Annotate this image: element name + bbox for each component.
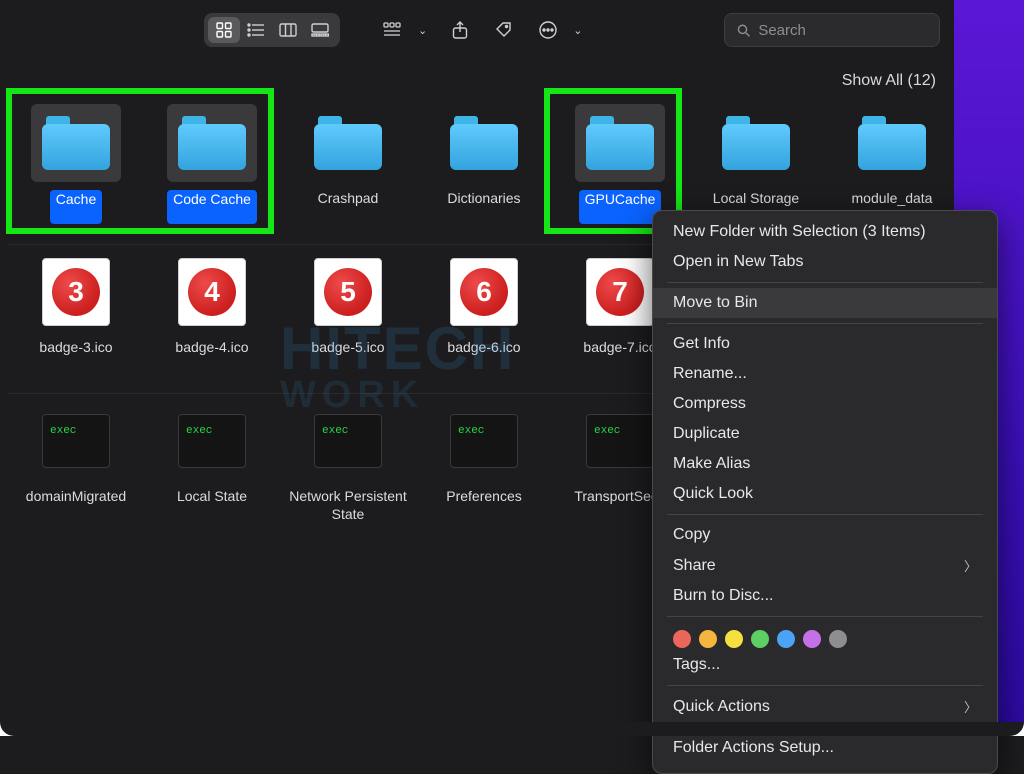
- menu-item-burn[interactable]: Burn to Disc...: [653, 581, 997, 611]
- badge-icon: 4: [178, 258, 246, 326]
- exec-icon: exec: [450, 414, 518, 468]
- view-mode-segmented: [204, 13, 340, 47]
- item-label: GPUCache: [579, 190, 662, 224]
- window-bottom-edge: [0, 722, 1024, 736]
- folder-icon: [586, 116, 654, 170]
- file-item[interactable]: exec Network Persistent State: [280, 402, 416, 523]
- folder-icon: [314, 116, 382, 170]
- tag-dot-red[interactable]: [673, 630, 691, 648]
- folder-item[interactable]: Dictionaries: [416, 104, 552, 224]
- folder-icon: [42, 116, 110, 170]
- view-columns-button[interactable]: [272, 17, 304, 43]
- file-item[interactable]: 3 badge-3.ico: [8, 253, 144, 373]
- item-label: Network Persistent State: [280, 488, 416, 523]
- show-all-link[interactable]: Show All (12): [842, 72, 936, 90]
- file-item[interactable]: 5 badge-5.ico: [280, 253, 416, 373]
- menu-item-rename[interactable]: Rename...: [653, 359, 997, 389]
- folder-item[interactable]: Local Storage: [688, 104, 824, 224]
- file-item[interactable]: 4 badge-4.ico: [144, 253, 280, 373]
- badge-icon: 7: [586, 258, 654, 326]
- exec-icon: exec: [178, 414, 246, 468]
- chevron-right-icon: 〉: [964, 556, 977, 575]
- folder-item[interactable]: Crashpad: [280, 104, 416, 224]
- menu-item-tags[interactable]: Tags...: [653, 650, 997, 680]
- item-label: Crashpad: [318, 190, 379, 224]
- badge-icon: 6: [450, 258, 518, 326]
- folder-item[interactable]: Code Cache: [144, 104, 280, 224]
- menu-item-new-folder[interactable]: New Folder with Selection (3 Items): [653, 217, 997, 247]
- tag-color-row[interactable]: [653, 622, 997, 650]
- tag-dot-purple[interactable]: [803, 630, 821, 648]
- file-item[interactable]: 6 badge-6.ico: [416, 253, 552, 373]
- menu-item-quick-actions[interactable]: Quick Actions〉: [653, 691, 997, 722]
- tag-dot-yellow[interactable]: [725, 630, 743, 648]
- menu-item-open-tabs[interactable]: Open in New Tabs: [653, 247, 997, 277]
- item-label: domainMigrated: [26, 488, 126, 522]
- file-item[interactable]: exec Preferences: [416, 402, 552, 523]
- menu-item-move-to-bin[interactable]: Move to Bin: [653, 288, 997, 318]
- share-button[interactable]: [443, 13, 477, 47]
- folder-item[interactable]: GPUCache: [552, 104, 688, 224]
- item-label: Preferences: [446, 488, 521, 522]
- exec-icon: exec: [42, 414, 110, 468]
- group-by-button[interactable]: [376, 13, 410, 47]
- file-item[interactable]: exec Local State: [144, 402, 280, 523]
- folder-icon: [178, 116, 246, 170]
- search-input[interactable]: [758, 22, 927, 39]
- folder-icon: [722, 116, 790, 170]
- badge-icon: 3: [42, 258, 110, 326]
- folder-icon: [858, 116, 926, 170]
- search-field[interactable]: [724, 13, 940, 47]
- view-list-button[interactable]: [240, 17, 272, 43]
- item-label: Local State: [177, 488, 247, 522]
- menu-item-copy[interactable]: Copy: [653, 520, 997, 550]
- badge-icon: 5: [314, 258, 382, 326]
- menu-item-share[interactable]: Share〉: [653, 550, 997, 581]
- item-label: badge-4.ico: [175, 339, 248, 373]
- menu-item-get-info[interactable]: Get Info: [653, 329, 997, 359]
- item-label: badge-3.ico: [39, 339, 112, 373]
- menu-item-folder-actions[interactable]: Folder Actions Setup...: [653, 733, 997, 763]
- chevron-down-icon: ⌄: [573, 24, 582, 37]
- exec-icon: exec: [314, 414, 382, 468]
- tag-dot-gray[interactable]: [829, 630, 847, 648]
- tags-button[interactable]: [487, 13, 521, 47]
- item-label: badge-6.ico: [447, 339, 520, 373]
- folder-icon: [450, 116, 518, 170]
- more-actions-button[interactable]: [531, 13, 565, 47]
- item-label: Dictionaries: [447, 190, 520, 224]
- file-item[interactable]: exec domainMigrated: [8, 402, 144, 523]
- menu-item-duplicate[interactable]: Duplicate: [653, 419, 997, 449]
- folder-item[interactable]: module_data: [824, 104, 960, 224]
- tag-dot-orange[interactable]: [699, 630, 717, 648]
- folder-item[interactable]: Cache: [8, 104, 144, 224]
- chevron-right-icon: 〉: [964, 697, 977, 716]
- tag-dot-green[interactable]: [751, 630, 769, 648]
- item-label: badge-7.ico: [583, 339, 656, 373]
- item-label: Code Cache: [167, 190, 257, 224]
- exec-icon: exec: [586, 414, 654, 468]
- item-label: badge-5.ico: [311, 339, 384, 373]
- menu-item-quick-look[interactable]: Quick Look: [653, 479, 997, 509]
- item-label: Cache: [50, 190, 102, 224]
- tag-dot-blue[interactable]: [777, 630, 795, 648]
- view-icons-button[interactable]: [208, 17, 240, 43]
- search-icon: [737, 23, 750, 38]
- finder-toolbar: ⌄ ⌄: [0, 6, 954, 54]
- view-gallery-button[interactable]: [304, 17, 336, 43]
- menu-item-compress[interactable]: Compress: [653, 389, 997, 419]
- context-menu: New Folder with Selection (3 Items) Open…: [652, 210, 998, 774]
- chevron-down-icon: ⌄: [418, 24, 427, 37]
- menu-item-make-alias[interactable]: Make Alias: [653, 449, 997, 479]
